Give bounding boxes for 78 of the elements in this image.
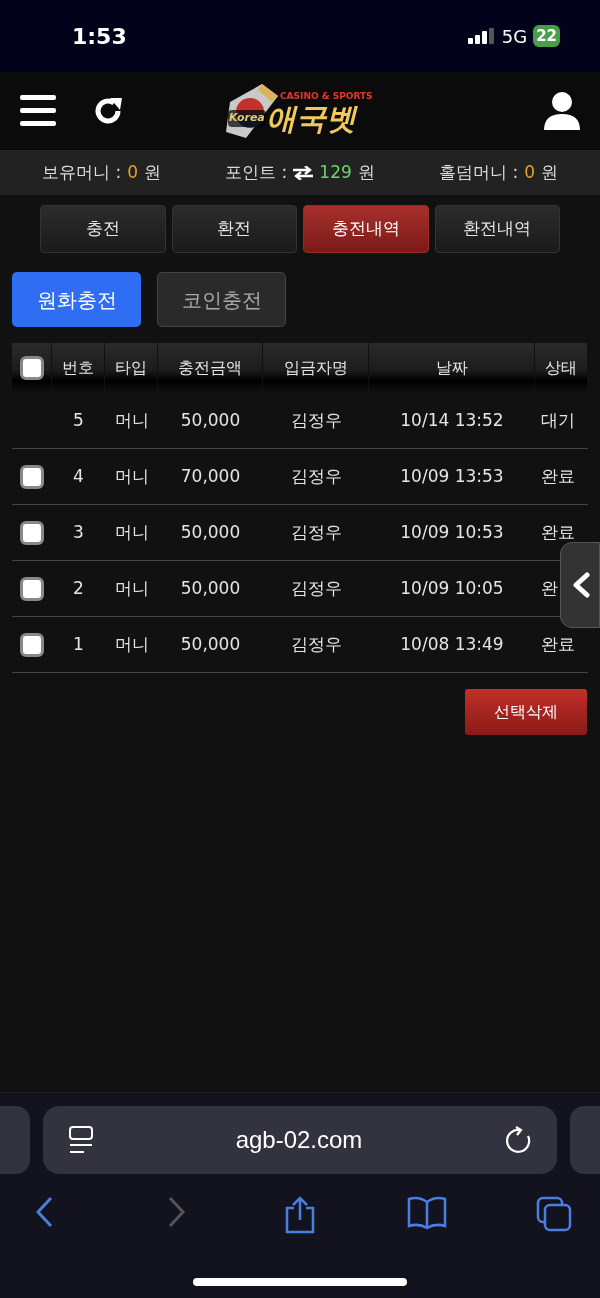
table-cell-text: 50,000: [180, 408, 241, 432]
table-cell-text: 10/14 13:52: [400, 408, 504, 432]
table-cell-text: 머니: [114, 520, 149, 544]
table-cell-text: 50,000: [180, 576, 241, 600]
column-header: 입금자명: [283, 357, 348, 379]
chevron-left-icon: [571, 572, 591, 598]
column-header: 충전금액: [178, 357, 242, 379]
reload-icon[interactable]: [505, 1126, 531, 1154]
nav-tab[interactable]: 환전: [171, 205, 297, 253]
table-cell-text: 완: [541, 576, 558, 600]
table-cell-text: 50,000: [180, 632, 241, 656]
balance-value: 0: [127, 160, 138, 184]
table-cell-text: 김정우: [290, 632, 342, 656]
sub-tab[interactable]: 코인충전: [157, 272, 286, 327]
balance-label: 포인트 :: [225, 160, 288, 184]
checkbox[interactable]: [19, 356, 44, 380]
clock-time: 1:53: [72, 22, 127, 51]
column-header: 상태: [545, 357, 577, 379]
table-cell-text: 70,000: [180, 464, 241, 488]
table-cell-text: 머니: [114, 632, 149, 656]
currency-unit: 원: [143, 160, 161, 184]
table-cell-text: 김정우: [290, 464, 342, 488]
user-icon[interactable]: [544, 92, 580, 130]
network-label: 5G: [501, 24, 528, 49]
battery-level: 22: [533, 25, 560, 47]
table-cell-text: 10/09 13:53: [400, 464, 504, 488]
currency-unit: 원: [357, 160, 375, 184]
side-panel-tab[interactable]: [560, 542, 600, 628]
table-cell-text: 머니: [114, 576, 149, 600]
table-cell-text: 1: [73, 632, 84, 656]
table-cell-text: 50,000: [180, 520, 241, 544]
balance-label: 홀덤머니 :: [439, 160, 519, 184]
nav-tab[interactable]: 충전: [40, 205, 166, 253]
table-cell-text: 머니: [114, 408, 149, 432]
delete-button[interactable]: 선택삭제: [465, 689, 587, 735]
checkbox[interactable]: [20, 520, 44, 545]
forward-icon[interactable]: [166, 1196, 186, 1228]
table-cell-text: 머니: [114, 464, 149, 488]
bookmarks-icon[interactable]: [407, 1196, 447, 1230]
nav-tab[interactable]: 환전내역: [434, 205, 560, 253]
column-header: 타입: [115, 357, 147, 379]
table-cell-text: 10/08 13:49: [400, 632, 504, 656]
table-cell-text: 김정우: [290, 520, 342, 544]
exchange-icon: [293, 165, 314, 180]
address-bar[interactable]: agb-02.com: [43, 1106, 557, 1174]
share-icon[interactable]: [284, 1196, 316, 1234]
checkbox[interactable]: [20, 464, 44, 489]
currency-unit: 원: [541, 160, 558, 184]
reader-icon[interactable]: [69, 1126, 93, 1154]
table-cell-text: 김정우: [290, 408, 342, 432]
balance-value: 0: [524, 160, 535, 184]
table-cell-text: 대기: [541, 408, 575, 432]
table-cell-text: 4: [73, 464, 84, 488]
back-icon[interactable]: [35, 1196, 55, 1228]
column-header: 날짜: [435, 357, 468, 379]
checkbox[interactable]: [20, 576, 44, 601]
table-cell-text: 3: [73, 520, 84, 544]
menu-icon[interactable]: [20, 95, 56, 127]
table-cell-text: 완료: [541, 632, 575, 656]
nav-tab[interactable]: 충전내역: [303, 205, 429, 253]
column-header: 번호: [62, 357, 94, 379]
table-cell-text: 2: [73, 576, 84, 600]
sub-tab[interactable]: 원화충전: [12, 272, 141, 327]
logo-text: 애국벳: [266, 100, 356, 138]
table-cell-text: 완료: [541, 520, 575, 544]
balance-label: 보유머니 :: [42, 160, 122, 184]
table-cell-text: 김정우: [290, 576, 342, 600]
signal-icon: [467, 28, 494, 44]
table-cell-text: 10/09 10:05: [400, 576, 504, 600]
checkbox[interactable]: [20, 632, 44, 657]
table-cell-text: 완료: [541, 464, 575, 488]
url-text: agb-02.com: [235, 1126, 363, 1153]
tabs-icon[interactable]: [536, 1196, 572, 1232]
table-cell-text: 5: [73, 408, 84, 432]
logo-tagline: CASINO & SPORTS: [280, 90, 373, 103]
logo-emblem-text: Korea: [228, 110, 266, 127]
balance-value: 129: [319, 160, 352, 184]
table-cell-text: 10/09 10:53: [400, 520, 504, 544]
